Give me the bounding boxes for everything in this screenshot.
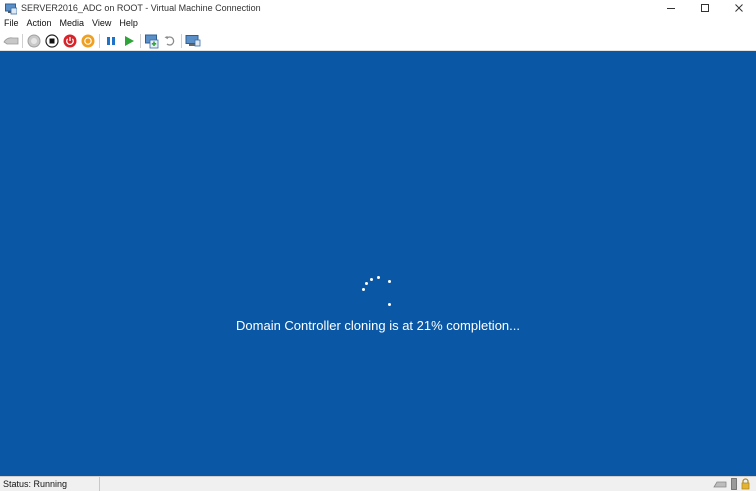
power-red-icon	[63, 34, 77, 47]
revert-button[interactable]	[161, 32, 179, 50]
spinner-dot	[362, 288, 365, 291]
window-controls	[654, 0, 756, 15]
menu-help[interactable]: Help	[115, 15, 142, 31]
pause-button[interactable]	[102, 32, 120, 50]
stop-square-icon	[45, 33, 59, 48]
save-button[interactable]	[79, 32, 97, 50]
toolbar-separator	[99, 33, 100, 48]
window-title: SERVER2016_ADC on ROOT - Virtual Machine…	[21, 2, 261, 13]
spinner-dot	[377, 276, 380, 279]
enhanced-session-icon	[185, 34, 201, 46]
revert-icon	[164, 35, 175, 46]
status-bar: Status: Running	[0, 476, 756, 491]
guest-screen[interactable]: Domain Controller cloning is at 21% comp…	[0, 51, 756, 476]
checkpoint-button[interactable]	[143, 32, 161, 50]
maximize-button[interactable]	[688, 0, 722, 15]
shut-down-button[interactable]	[61, 32, 79, 50]
minimize-button[interactable]	[654, 0, 688, 15]
title-bar: SERVER2016_ADC on ROOT - Virtual Machine…	[0, 0, 756, 15]
menu-file[interactable]: File	[0, 15, 23, 31]
pause-icon	[107, 36, 115, 45]
keyboard-status-icon	[713, 481, 727, 488]
enhanced-session-button[interactable]	[184, 32, 202, 50]
vm-status-text: Status: Running	[0, 477, 100, 491]
spinner-dot	[388, 280, 391, 283]
spinner-dot	[388, 303, 391, 306]
start-icon	[27, 34, 41, 47]
usb-status-icon	[731, 478, 737, 490]
toolbar-separator	[22, 33, 23, 48]
status-icons	[713, 478, 750, 490]
cloning-progress-message: Domain Controller cloning is at 21% comp…	[236, 318, 520, 333]
toolbar	[0, 31, 756, 51]
keyboard-icon	[3, 36, 19, 44]
ctrl-alt-del-button[interactable]	[2, 32, 20, 50]
maximize-icon	[701, 3, 709, 12]
loading-spinner-icon	[356, 273, 396, 313]
play-icon	[125, 35, 134, 46]
checkpoint-icon	[145, 34, 159, 48]
resume-button[interactable]	[120, 32, 138, 50]
toolbar-separator	[181, 33, 182, 48]
menu-media[interactable]: Media	[56, 15, 89, 31]
menu-bar: File Action Media View Help	[0, 15, 756, 31]
close-icon	[735, 3, 743, 12]
save-orange-icon	[81, 34, 95, 47]
start-button[interactable]	[25, 32, 43, 50]
spinner-dot	[370, 278, 373, 281]
minimize-icon	[667, 7, 675, 9]
toolbar-separator	[140, 33, 141, 48]
spinner-dot	[365, 282, 368, 285]
menu-view[interactable]: View	[88, 15, 115, 31]
turn-off-button[interactable]	[43, 32, 61, 50]
vm-connection-icon	[5, 2, 18, 14]
lock-status-icon	[741, 478, 750, 490]
menu-action[interactable]: Action	[23, 15, 56, 31]
close-button[interactable]	[722, 0, 756, 15]
